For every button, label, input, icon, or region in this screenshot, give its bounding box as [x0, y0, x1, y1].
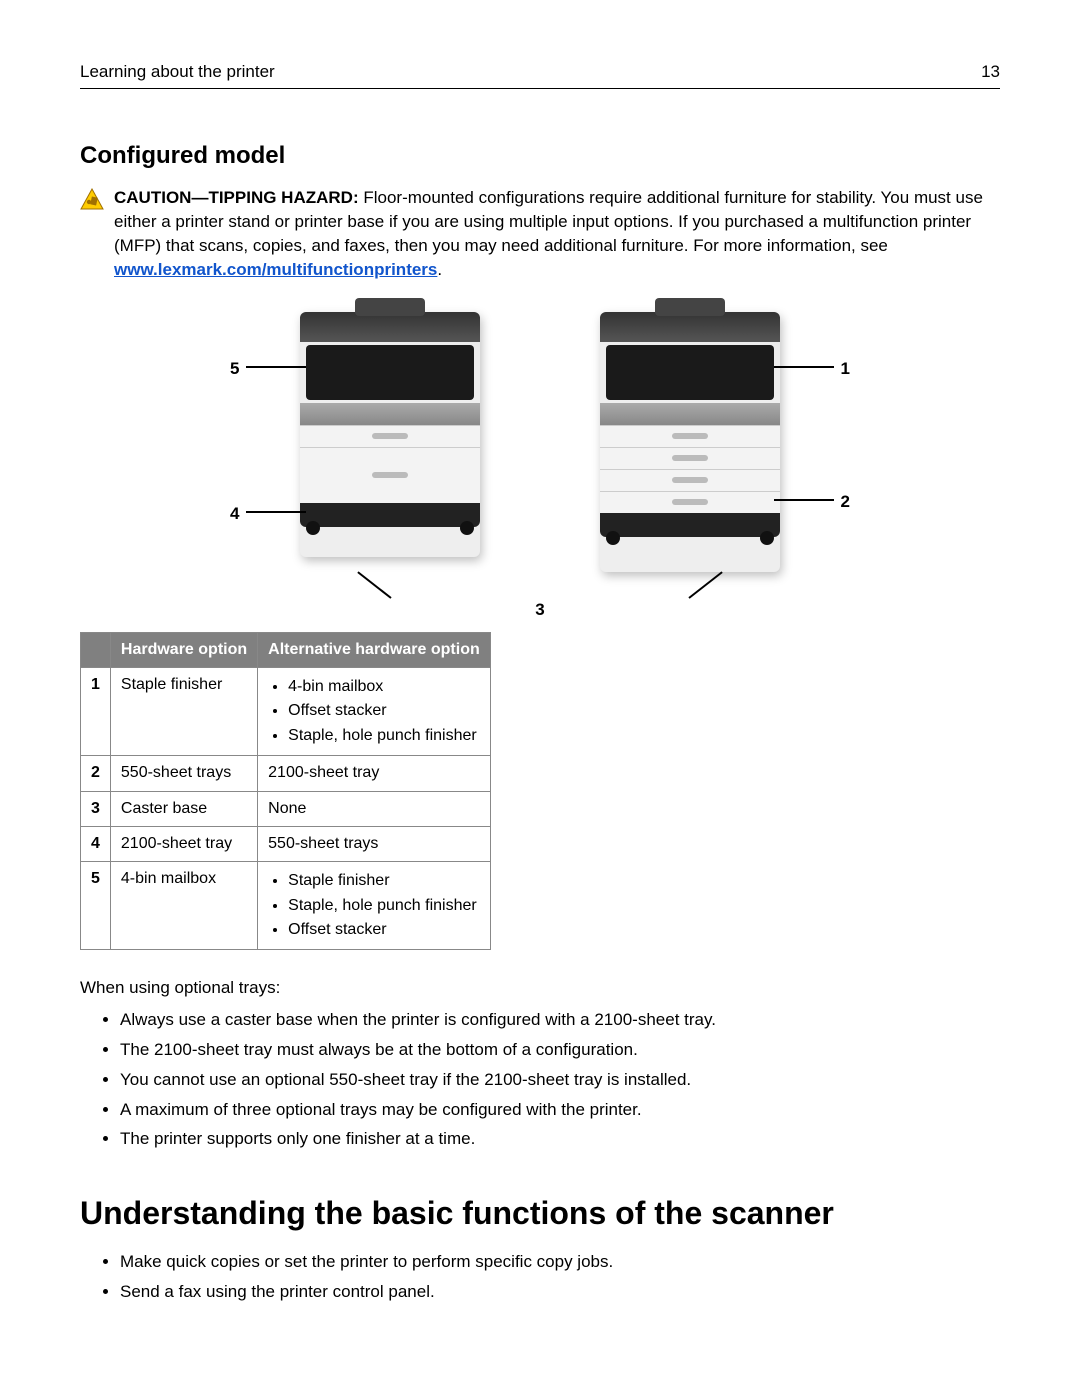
row-num: 2 — [81, 756, 111, 791]
caution-link[interactable]: www.lexmark.com/multifunctionprinters — [114, 260, 437, 279]
row-hardware: 2100‑sheet tray — [110, 826, 257, 861]
caution-after: . — [437, 260, 442, 279]
row-num: 5 — [81, 862, 111, 950]
th-alternative: Alternative hardware option — [258, 632, 491, 667]
row-alternative: 4‑bin mailboxOffset stacker Staple, hole … — [258, 667, 491, 755]
list-item: You cannot use an optional 550‑sheet tra… — [120, 1068, 1000, 1092]
caution-block: CAUTION—TIPPING HAZARD: Floor-mounted co… — [80, 186, 1000, 281]
row-hardware: 550‑sheet trays — [110, 756, 257, 791]
row-num: 1 — [81, 667, 111, 755]
table-row: 42100‑sheet tray550‑sheet trays — [81, 826, 491, 861]
hardware-options-table: Hardware option Alternative hardware opt… — [80, 632, 491, 951]
row-num: 3 — [81, 791, 111, 826]
th-hardware: Hardware option — [110, 632, 257, 667]
row-alternative: 550‑sheet trays — [258, 826, 491, 861]
alt-list-item: 4‑bin mailbox — [288, 676, 480, 698]
printer-image-left — [300, 312, 480, 557]
trays-intro: When using optional trays: — [80, 976, 1000, 1000]
caution-text: CAUTION—TIPPING HAZARD: Floor-mounted co… — [114, 186, 1000, 281]
table-row: 1Staple finisher4‑bin mailboxOffset stac… — [81, 667, 491, 755]
list-item: Send a fax using the printer control pan… — [120, 1280, 1000, 1304]
row-alternative: None — [258, 791, 491, 826]
list-item: The printer supports only one finisher a… — [120, 1127, 1000, 1151]
alt-list-item: Offset stacker — [288, 700, 480, 722]
callout-3-lines — [390, 558, 690, 598]
alt-list-item: Staple finisher — [288, 870, 480, 892]
scanner-heading: Understanding the basic functions of the… — [80, 1191, 1000, 1236]
printer-diagram: 5 4 1 2 3 — [230, 302, 850, 622]
th-num — [81, 632, 111, 667]
list-item: The 2100‑sheet tray must always be at th… — [120, 1038, 1000, 1062]
trays-bullet-list: Always use a caster base when the printe… — [80, 1008, 1000, 1151]
tipping-hazard-icon — [80, 188, 104, 281]
page-header: Learning about the printer 13 — [80, 60, 1000, 89]
table-row: 3Caster baseNone — [81, 791, 491, 826]
callout-4: 4 — [230, 502, 239, 526]
row-alternative: Staple finisher Staple, hole punch finish… — [258, 862, 491, 950]
caution-label: CAUTION—TIPPING HAZARD: — [114, 188, 359, 207]
list-item: Always use a caster base when the printe… — [120, 1008, 1000, 1032]
alt-list-item: Offset stacker — [288, 919, 480, 941]
row-hardware: Staple finisher — [110, 667, 257, 755]
callout-2: 2 — [841, 490, 850, 514]
table-row: 54‑bin mailbox Staple finisher Staple, hol… — [81, 862, 491, 950]
alt-list-item: Staple, hole punch finisher — [288, 895, 480, 917]
printer-image-right — [600, 312, 780, 572]
callout-1: 1 — [841, 357, 850, 381]
header-title: Learning about the printer — [80, 60, 275, 84]
list-item: A maximum of three optional trays may be… — [120, 1098, 1000, 1122]
callout-3: 3 — [535, 598, 544, 622]
configured-model-heading: Configured model — [80, 139, 1000, 173]
list-item: Make quick copies or set the printer to … — [120, 1250, 1000, 1274]
row-alternative: 2100‑sheet tray — [258, 756, 491, 791]
table-row: 2550‑sheet trays2100‑sheet tray — [81, 756, 491, 791]
row-num: 4 — [81, 826, 111, 861]
page-number: 13 — [981, 60, 1000, 84]
row-hardware: Caster base — [110, 791, 257, 826]
row-hardware: 4‑bin mailbox — [110, 862, 257, 950]
callout-5: 5 — [230, 357, 239, 381]
alt-list-item: Staple, hole punch finisher — [288, 725, 480, 747]
scanner-bullet-list: Make quick copies or set the printer to … — [80, 1250, 1000, 1304]
